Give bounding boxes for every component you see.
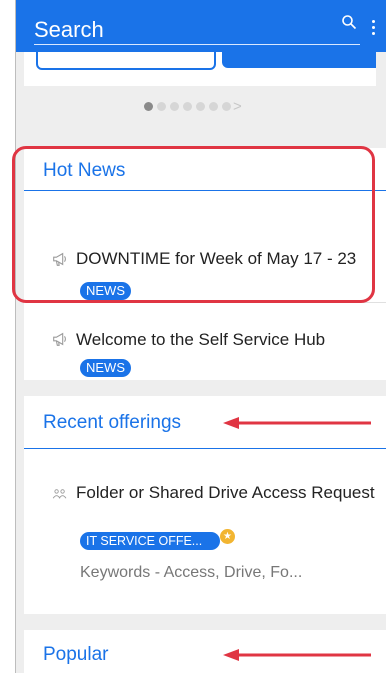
news-item-title[interactable]: Welcome to the Self Service Hub bbox=[76, 329, 376, 350]
people-icon bbox=[52, 489, 67, 499]
pager-dot[interactable] bbox=[209, 102, 218, 112]
offering-title[interactable]: Folder or Shared Drive Access Request bbox=[76, 482, 376, 503]
popular-title: Popular bbox=[43, 644, 109, 665]
app-screen: Search > Hot News DOWNTIME for Week of M… bbox=[15, 0, 386, 673]
hot-news-title: Hot News bbox=[43, 160, 126, 181]
carousel-pager: > bbox=[144, 98, 242, 115]
annotation-arrow bbox=[223, 417, 371, 429]
screen-frame-left bbox=[0, 0, 15, 673]
news-badge: NEWS bbox=[80, 282, 131, 300]
pager-dot[interactable] bbox=[222, 102, 231, 112]
carousel-card bbox=[24, 52, 376, 86]
pager-dot-active[interactable] bbox=[144, 102, 153, 112]
pager-dot[interactable] bbox=[170, 102, 179, 112]
carousel-primary-button[interactable] bbox=[222, 52, 376, 68]
search-icon[interactable] bbox=[341, 14, 357, 30]
star-icon[interactable]: ★ bbox=[220, 529, 235, 544]
section-divider bbox=[24, 448, 386, 449]
news-item-title[interactable]: DOWNTIME for Week of May 17 - 23 bbox=[76, 248, 366, 269]
news-badge: NEWS bbox=[80, 359, 131, 377]
item-divider bbox=[49, 302, 386, 303]
megaphone-icon bbox=[53, 332, 66, 346]
section-divider bbox=[24, 190, 386, 191]
search-input[interactable]: Search bbox=[34, 18, 104, 42]
annotation-arrow bbox=[223, 649, 371, 661]
offering-category-badge: IT SERVICE OFFE... bbox=[80, 532, 220, 550]
pager-next-icon[interactable]: > bbox=[233, 98, 242, 115]
pager-dot[interactable] bbox=[183, 102, 192, 112]
top-app-bar: Search bbox=[16, 0, 386, 52]
hot-news-card: Hot News DOWNTIME for Week of May 17 - 2… bbox=[24, 148, 386, 380]
megaphone-icon bbox=[53, 252, 66, 266]
recent-offerings-title: Recent offerings bbox=[43, 412, 182, 433]
carousel-secondary-button[interactable] bbox=[36, 52, 216, 70]
offering-keywords: Keywords - Access, Drive, Fo... bbox=[80, 564, 303, 581]
more-vert-icon[interactable] bbox=[372, 20, 376, 38]
pager-dot[interactable] bbox=[196, 102, 205, 112]
pager-dot[interactable] bbox=[157, 102, 166, 112]
search-underline bbox=[34, 44, 360, 45]
